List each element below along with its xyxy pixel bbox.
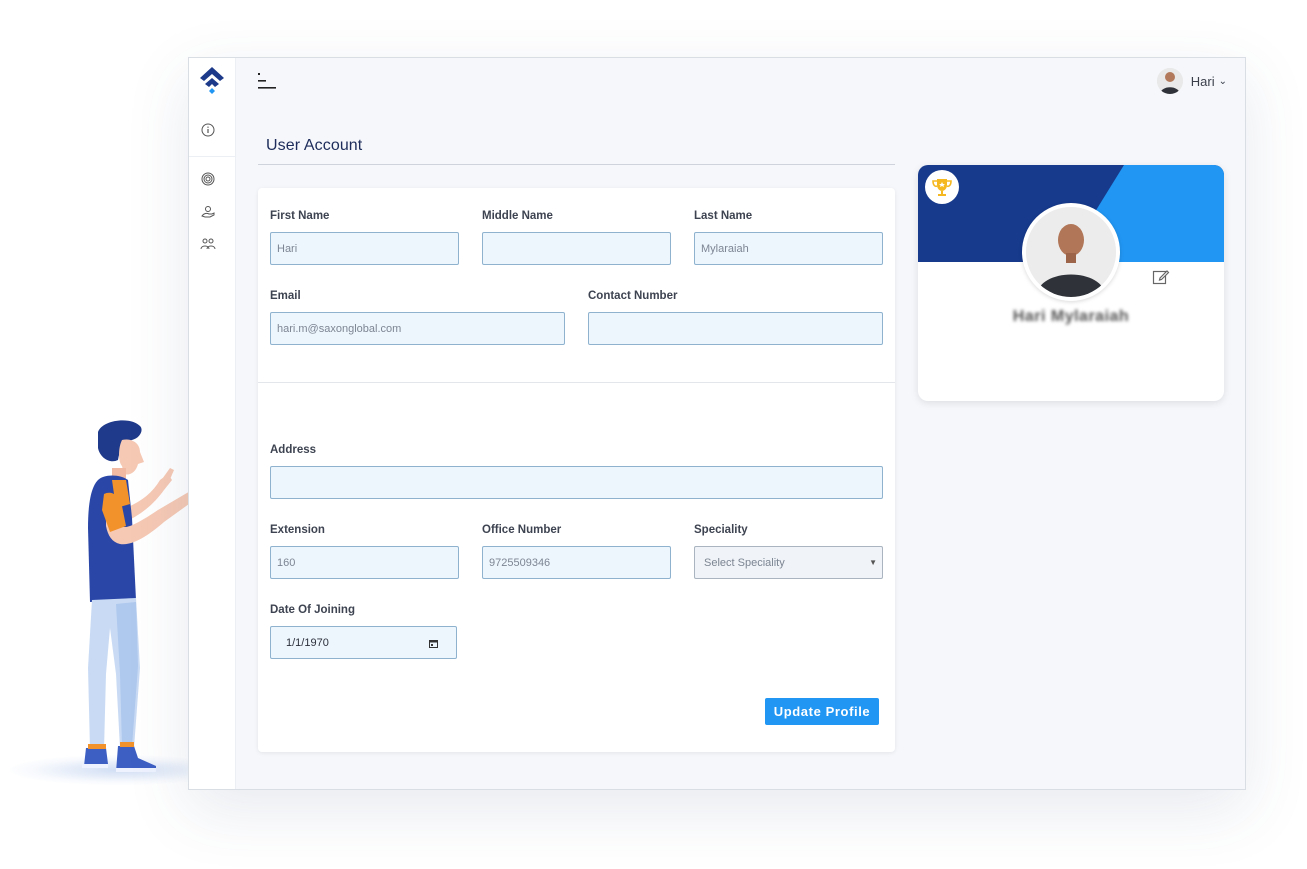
- middle-name-field[interactable]: [482, 232, 671, 265]
- first-name-field[interactable]: Hari: [270, 232, 459, 265]
- team-icon: [200, 238, 216, 250]
- title-divider: [258, 164, 895, 165]
- chevron-down-icon: ⌄: [1218, 75, 1227, 87]
- contact-number-field[interactable]: [588, 312, 883, 345]
- trophy-badge[interactable]: [925, 170, 959, 204]
- speciality-select[interactable]: Select Speciality ▼: [694, 546, 883, 579]
- office-number-label: Office Number: [482, 524, 562, 536]
- user-account-form: First Name Hari Middle Name Last Name My…: [258, 188, 895, 752]
- first-name-label: First Name: [270, 210, 330, 222]
- address-label: Address: [270, 444, 317, 456]
- user-name: Hari: [1190, 73, 1215, 89]
- sidebar-item-info[interactable]: [200, 122, 216, 138]
- app-window: Hari ⌄ User Account First Name Hari Midd…: [188, 57, 1246, 790]
- last-name-label: Last Name: [694, 210, 753, 222]
- extension-label: Extension: [270, 524, 325, 536]
- speciality-label: Speciality: [694, 524, 748, 536]
- user-menu[interactable]: Hari ⌄: [1156, 68, 1227, 94]
- office-number-field[interactable]: 9725509346: [482, 546, 671, 579]
- hand-coin-icon: [201, 206, 215, 218]
- menu-toggle-icon[interactable]: [256, 71, 278, 91]
- email-field[interactable]: hari.m@saxonglobal.com: [270, 312, 565, 345]
- trophy-icon: [932, 179, 952, 196]
- date-of-joining-value: 1/1/1970: [286, 636, 329, 649]
- profile-name: Hari Mylaraiah: [1012, 308, 1130, 325]
- middle-name-label: Middle Name: [482, 210, 553, 222]
- profile-photo-icon: [1026, 207, 1116, 297]
- update-profile-button[interactable]: Update Profile: [765, 698, 879, 725]
- edit-icon[interactable]: [1152, 268, 1170, 286]
- sidebar-item-team[interactable]: [200, 236, 216, 252]
- calendar-icon[interactable]: [429, 639, 438, 648]
- profile-card: Hari Mylaraiah: [918, 165, 1224, 401]
- marketing-stage: Hari ⌄ User Account First Name Hari Midd…: [0, 0, 1307, 869]
- form-section-divider: [258, 382, 895, 383]
- sidebar: [189, 58, 236, 789]
- address-field[interactable]: [270, 466, 883, 499]
- app-logo[interactable]: [197, 64, 227, 96]
- date-of-joining-field[interactable]: 1/1/1970: [270, 626, 457, 659]
- date-of-joining-label: Date Of Joining: [270, 604, 355, 616]
- email-label: Email: [270, 290, 301, 302]
- profile-avatar: [1022, 203, 1120, 301]
- target-icon: [201, 172, 215, 186]
- info-icon: [201, 123, 215, 137]
- contact-number-label: Contact Number: [588, 290, 678, 302]
- user-photo-icon: [1156, 68, 1183, 94]
- extension-field[interactable]: 160: [270, 546, 459, 579]
- sidebar-item-goals[interactable]: [200, 171, 216, 187]
- sidebar-item-payments[interactable]: [200, 204, 216, 220]
- top-bar: Hari ⌄: [236, 58, 1245, 104]
- avatar: [1156, 68, 1183, 94]
- last-name-field[interactable]: Mylaraiah: [694, 232, 883, 265]
- page-title: User Account: [266, 137, 363, 154]
- speciality-selected-value: Select Speciality: [704, 556, 785, 569]
- sidebar-divider: [189, 156, 236, 157]
- caret-down-icon: ▼: [869, 558, 877, 567]
